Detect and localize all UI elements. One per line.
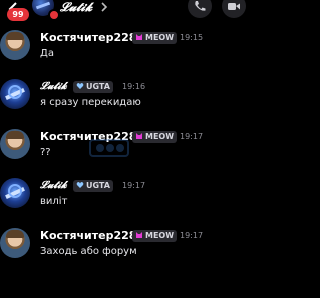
cat-icon [136, 34, 142, 40]
message-text: Да [40, 48, 54, 59]
timestamp: 19:16 [122, 82, 146, 91]
message-text: виліт [40, 196, 68, 207]
server-tag[interactable]: MEOW [132, 32, 178, 44]
video-camera-icon [228, 3, 240, 10]
server-tag-label: MEOW [145, 33, 175, 42]
user-avatar[interactable] [0, 79, 30, 109]
dnd-status-icon [48, 9, 60, 21]
timestamp: 19:17 [180, 231, 204, 240]
server-tag-label: MEOW [145, 231, 175, 240]
server-tag[interactable]: UGTA [73, 180, 113, 192]
timestamp: 19:15 [180, 33, 204, 42]
message-text: ?? [40, 147, 51, 158]
server-tag[interactable]: MEOW [132, 230, 178, 242]
cat-icon [136, 232, 142, 238]
chat-title[interactable]: 𝓛𝓾𝓽𝓲𝓴 [60, 0, 92, 15]
server-tag-label: UGTA [86, 181, 110, 190]
heart-icon [76, 182, 84, 188]
user-avatar[interactable] [0, 129, 30, 159]
phone-icon [195, 1, 206, 11]
chat-header: 99 𝓛𝓾𝓽𝓲𝓴 [0, 0, 250, 22]
timestamp: 19:17 [122, 181, 146, 190]
watermark-logo-icon [89, 139, 129, 157]
message-text: Заходь або форум [40, 246, 137, 257]
server-tag-label: UGTA [86, 82, 110, 91]
author-name[interactable]: 𝓛𝓾𝓽𝓲𝓴 [40, 180, 67, 191]
user-avatar[interactable] [0, 30, 30, 60]
server-tag[interactable]: MEOW [132, 131, 178, 143]
heart-icon [76, 83, 84, 89]
message-item[interactable]: Костячитер228 MEOW 19:17 Заходь або фору… [0, 226, 250, 266]
timestamp: 19:17 [180, 132, 204, 141]
author-name[interactable]: 𝓛𝓾𝓽𝓲𝓴 [40, 81, 67, 92]
user-avatar[interactable] [0, 228, 30, 258]
cat-icon [136, 133, 142, 139]
message-item[interactable]: Костячитер228 MEOW 19:15 Да [0, 28, 250, 64]
message-item[interactable]: 𝓛𝓾𝓽𝓲𝓴 UGTA 19:16 я сразу перекидаю [0, 77, 250, 113]
message-item[interactable]: 𝓛𝓾𝓽𝓲𝓴 UGTA 19:17 виліт [0, 176, 250, 212]
author-name[interactable]: Костячитер228 [40, 31, 136, 44]
server-tag[interactable]: UGTA [73, 81, 113, 93]
message-text: я сразу перекидаю [40, 97, 141, 108]
unread-count-badge: 99 [7, 8, 29, 21]
chevron-right-icon[interactable] [100, 2, 108, 12]
server-tag-label: MEOW [145, 132, 175, 141]
video-call-button[interactable] [222, 0, 246, 18]
author-name[interactable]: Костячитер228 [40, 229, 136, 242]
user-avatar[interactable] [0, 178, 30, 208]
voice-call-button[interactable] [188, 0, 212, 18]
